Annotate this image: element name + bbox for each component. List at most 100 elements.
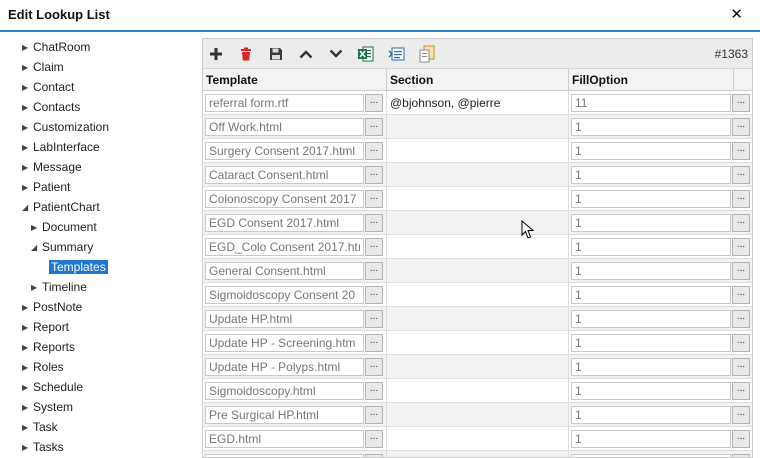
column-header-template[interactable]: Template	[203, 69, 387, 91]
section-cell[interactable]	[387, 139, 569, 163]
filloption-browse-button[interactable]: ...	[732, 286, 750, 304]
template-field[interactable]: EGD.html	[205, 430, 364, 448]
filloption-field[interactable]: 1	[571, 214, 731, 232]
collapsed-arrow-icon[interactable]: ▶	[31, 219, 42, 237]
collapsed-arrow-icon[interactable]: ▶	[22, 339, 33, 357]
table-row[interactable]: EGD_Colo Consent 2017.htı... 1...	[203, 235, 752, 259]
filloption-field[interactable]: 1	[571, 382, 731, 400]
tree-item[interactable]: ▶ PostNote	[22, 298, 82, 316]
table-row[interactable]: General Consent.html... 1...	[203, 259, 752, 283]
section-cell[interactable]	[387, 379, 569, 403]
section-cell[interactable]	[387, 211, 569, 235]
filloption-field[interactable]: 1	[571, 430, 731, 448]
tree-item[interactable]: ▶ Report	[22, 318, 69, 336]
collapsed-arrow-icon[interactable]: ▶	[22, 399, 33, 417]
filloption-browse-button[interactable]: ...	[732, 190, 750, 208]
section-cell[interactable]	[387, 235, 569, 259]
table-row[interactable]: EGD.html... 1...	[203, 427, 752, 451]
section-cell[interactable]	[387, 427, 569, 451]
template-browse-button[interactable]: ...	[365, 190, 383, 208]
template-browse-button[interactable]: ...	[365, 382, 383, 400]
filloption-field[interactable]	[571, 454, 731, 457]
collapsed-arrow-icon[interactable]: ▶	[22, 99, 33, 117]
collapsed-arrow-icon[interactable]: ▶	[22, 359, 33, 377]
section-cell[interactable]	[387, 163, 569, 187]
filloption-field[interactable]: 1	[571, 190, 731, 208]
collapsed-arrow-icon[interactable]: ▶	[22, 319, 33, 337]
template-browse-button[interactable]: ...	[365, 286, 383, 304]
collapsed-arrow-icon[interactable]: ▶	[22, 119, 33, 137]
section-cell[interactable]: @bjohnson, @pierre	[387, 91, 569, 115]
filloption-field[interactable]: 1	[571, 142, 731, 160]
tree-item[interactable]: Templates	[49, 258, 108, 276]
tree-item[interactable]: ▶ System	[22, 398, 73, 416]
copy-button[interactable]	[417, 44, 437, 64]
collapsed-arrow-icon[interactable]: ▶	[22, 39, 33, 57]
table-row[interactable]: Update HP - Polyps.html... 1...	[203, 355, 752, 379]
tree-item[interactable]: ▶ Contacts	[22, 98, 80, 116]
table-row[interactable]: Sigmoidoscopy.html... 1...	[203, 379, 752, 403]
collapsed-arrow-icon[interactable]: ▶	[22, 299, 33, 317]
template-field[interactable]: EGD_Colo Consent 2017.htı	[205, 238, 364, 256]
move-down-button[interactable]	[326, 44, 346, 64]
template-browse-button[interactable]: ...	[365, 142, 383, 160]
filloption-browse-button[interactable]: ...	[732, 262, 750, 280]
template-browse-button[interactable]: ...	[365, 214, 383, 232]
xml-export-button[interactable]	[387, 44, 407, 64]
template-field[interactable]: Pre Surgical HP.html	[205, 406, 364, 424]
collapsed-arrow-icon[interactable]: ▶	[22, 179, 33, 197]
collapsed-arrow-icon[interactable]: ▶	[22, 419, 33, 437]
collapsed-arrow-icon[interactable]: ▶	[22, 139, 33, 157]
template-browse-button[interactable]: ...	[365, 454, 383, 457]
section-cell[interactable]	[387, 187, 569, 211]
template-browse-button[interactable]: ...	[365, 430, 383, 448]
filloption-browse-button[interactable]: ...	[732, 358, 750, 376]
template-field[interactable]: Colonoscopy Consent 2017	[205, 190, 364, 208]
template-field[interactable]: Surgery Consent 2017.html	[205, 142, 364, 160]
table-row[interactable]: Surgery Consent 2017.html... 1...	[203, 139, 752, 163]
filloption-browse-button[interactable]: ...	[732, 382, 750, 400]
template-browse-button[interactable]: ...	[365, 310, 383, 328]
close-icon[interactable]: ✕	[730, 5, 743, 23]
section-cell[interactable]	[387, 283, 569, 307]
section-cell[interactable]	[387, 259, 569, 283]
section-cell[interactable]	[387, 451, 569, 457]
template-field[interactable]: Update HP - Screening.htm	[205, 334, 364, 352]
filloption-field[interactable]: 1	[571, 238, 731, 256]
add-button[interactable]	[206, 44, 226, 64]
filloption-field[interactable]: 1	[571, 358, 731, 376]
template-field[interactable]: General Consent.html	[205, 262, 364, 280]
tree-item[interactable]: ▶ Timeline	[31, 278, 87, 296]
excel-export-button[interactable]	[356, 44, 376, 64]
table-row[interactable]: Off Work.html... 1...	[203, 115, 752, 139]
template-field[interactable]: Sigmoidoscopy.html	[205, 382, 364, 400]
table-row[interactable]: Update HP - Screening.htm... 1...	[203, 331, 752, 355]
filloption-browse-button[interactable]: ...	[732, 166, 750, 184]
filloption-browse-button[interactable]: ...	[732, 334, 750, 352]
tree-item[interactable]: ▶ Message	[22, 158, 82, 176]
tree-item[interactable]: ▶ ChatRoom	[22, 38, 90, 56]
filloption-field[interactable]: 1	[571, 262, 731, 280]
delete-button[interactable]	[236, 44, 256, 64]
filloption-browse-button[interactable]: ...	[732, 214, 750, 232]
section-cell[interactable]	[387, 355, 569, 379]
column-header-filloption[interactable]: FillOption	[569, 69, 734, 91]
tree-item[interactable]: ▶ Reports	[22, 338, 75, 356]
tree-item[interactable]: ▶ LabInterface	[22, 138, 100, 156]
table-row[interactable]: Colonoscopy Consent 2017... 1...	[203, 187, 752, 211]
table-row[interactable]: Sigmoidoscopy Consent 20... 1...	[203, 283, 752, 307]
collapsed-arrow-icon[interactable]: ▶	[22, 379, 33, 397]
template-field[interactable]: Update HP - Polyps.html	[205, 358, 364, 376]
tree-item[interactable]: ▶ Claim	[22, 58, 64, 76]
tree-item[interactable]: ▶ Customization	[22, 118, 109, 136]
table-row[interactable]: Pre Surgical HP.html... 1...	[203, 403, 752, 427]
save-button[interactable]	[266, 44, 286, 64]
move-up-button[interactable]	[296, 44, 316, 64]
template-browse-button[interactable]: ...	[365, 238, 383, 256]
filloption-browse-button[interactable]: ...	[732, 118, 750, 136]
table-row[interactable]: EGD Consent 2017.html... 1...	[203, 211, 752, 235]
filloption-field[interactable]: 11	[571, 94, 731, 112]
filloption-field[interactable]: 1	[571, 406, 731, 424]
tree-item[interactable]: ◢ Summary	[31, 238, 93, 256]
filloption-field[interactable]: 1	[571, 166, 731, 184]
